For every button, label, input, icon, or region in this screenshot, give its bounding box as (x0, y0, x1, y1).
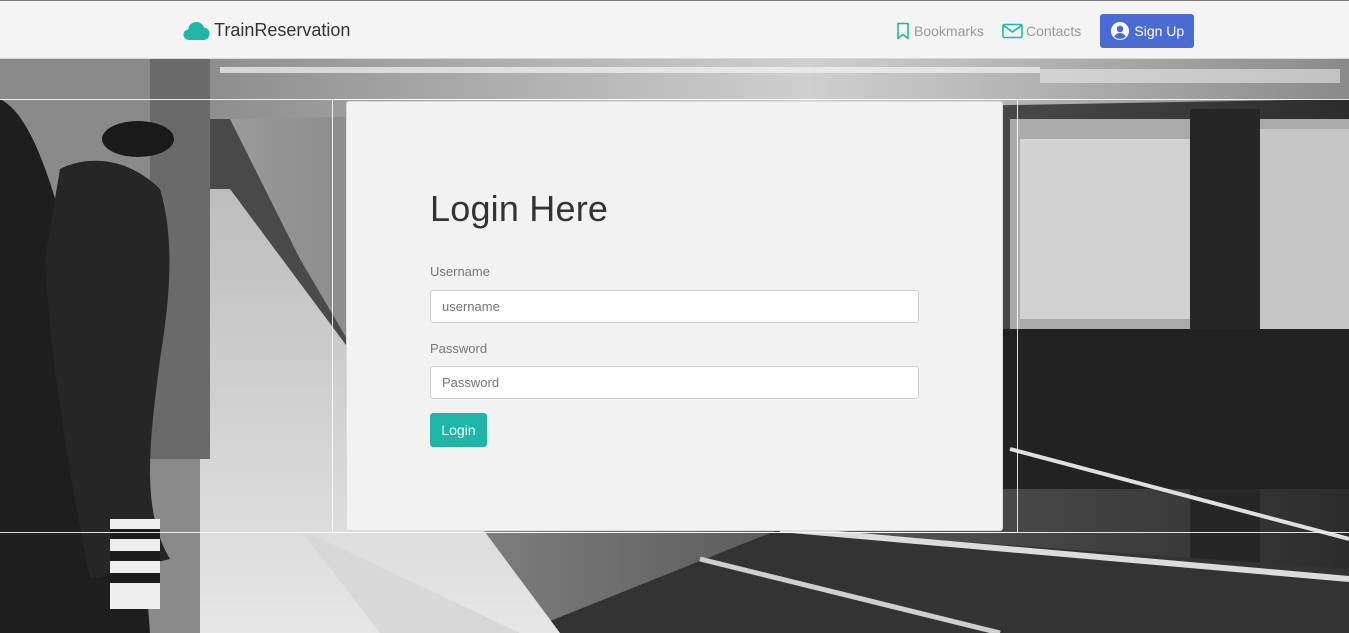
username-label: Username (430, 264, 490, 279)
bookmarks-link[interactable]: Bookmarks (895, 22, 984, 40)
login-card: Login Here Username Password Login (346, 101, 1003, 531)
contacts-link[interactable]: Contacts (1002, 23, 1081, 39)
bookmark-icon (895, 22, 914, 40)
password-label: Password (430, 341, 488, 356)
cloud-icon (183, 19, 210, 41)
password-input[interactable] (430, 366, 919, 399)
sign-up-label: Sign Up (1134, 23, 1185, 39)
login-button[interactable]: Login (430, 413, 487, 447)
sign-up-button[interactable]: Sign Up (1100, 14, 1195, 48)
nav-links: Bookmarks Contacts Sign Up (895, 14, 1195, 48)
top-navbar: TrainReservation Bookmarks Contacts Sign… (0, 0, 1349, 59)
brand-logo[interactable]: TrainReservation (183, 17, 350, 43)
login-title: Login Here (430, 188, 609, 229)
username-input[interactable] (430, 290, 919, 323)
bookmarks-label: Bookmarks (914, 23, 985, 39)
envelope-icon (1002, 23, 1026, 39)
brand-name: TrainReservation (214, 19, 351, 40)
contacts-label: Contacts (1026, 23, 1082, 39)
user-circle-icon (1110, 21, 1134, 41)
